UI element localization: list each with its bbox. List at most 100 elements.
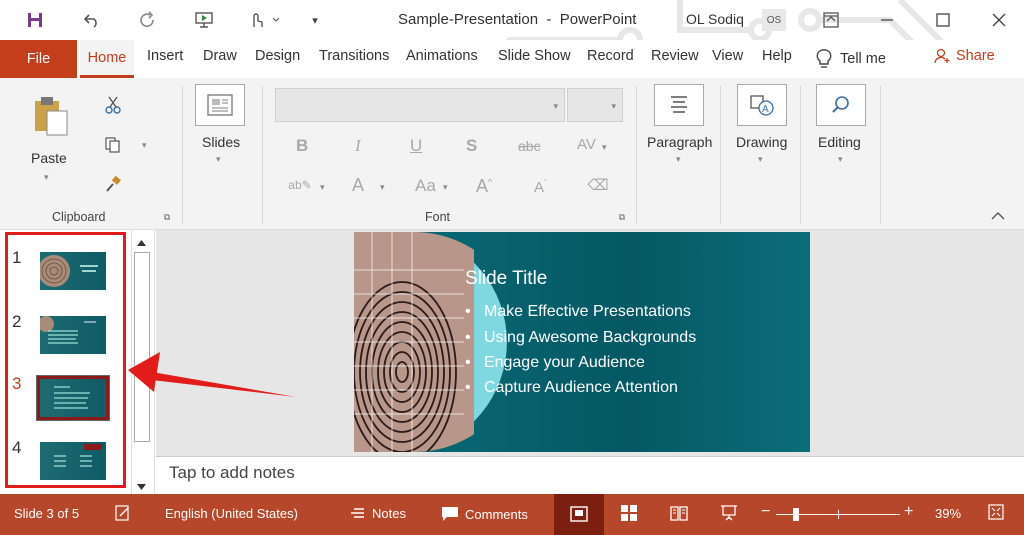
paste-icon[interactable] bbox=[30, 94, 72, 138]
slide-show-view-icon[interactable] bbox=[720, 504, 738, 525]
group-separator bbox=[182, 86, 183, 224]
touch-mode-icon[interactable] bbox=[244, 8, 284, 32]
zoom-in-button[interactable]: + bbox=[904, 503, 913, 521]
undo-icon[interactable] bbox=[80, 8, 104, 32]
user-name[interactable]: OL Sodiq bbox=[686, 11, 744, 27]
bullet-item-4[interactable]: • Capture Audience Attention bbox=[465, 379, 678, 397]
tab-draw[interactable]: Draw bbox=[203, 48, 237, 70]
editing-dropdown-icon[interactable]: ▾ bbox=[838, 154, 843, 165]
notes-label: Notes bbox=[372, 506, 406, 521]
avatar[interactable]: OS bbox=[762, 9, 786, 31]
notes-toggle-button[interactable]: Notes bbox=[350, 506, 406, 521]
slides-dropdown-icon[interactable]: ▾ bbox=[216, 154, 221, 165]
present-from-beginning-icon[interactable] bbox=[192, 8, 216, 32]
svg-text:A: A bbox=[762, 104, 769, 115]
tab-design[interactable]: Design bbox=[255, 48, 300, 70]
character-spacing-dropdown-icon[interactable]: ▾ bbox=[602, 142, 607, 153]
tell-me-search[interactable]: Tell me bbox=[816, 48, 886, 70]
font-name-select[interactable]: ▾ bbox=[275, 88, 565, 122]
notes-icon bbox=[351, 507, 364, 518]
reading-view-icon[interactable] bbox=[670, 504, 688, 525]
group-separator bbox=[720, 86, 721, 224]
ribbon-display-options-icon[interactable] bbox=[820, 8, 842, 32]
tab-view[interactable]: View bbox=[712, 48, 743, 70]
paragraph-icon[interactable] bbox=[654, 84, 704, 126]
normal-view-button[interactable] bbox=[554, 494, 604, 535]
scroll-up-icon[interactable] bbox=[136, 234, 147, 252]
change-case-button[interactable]: Aa bbox=[415, 176, 436, 196]
cut-icon[interactable] bbox=[102, 94, 124, 116]
bullet-item-2[interactable]: • Using Awesome Backgrounds bbox=[465, 329, 696, 347]
text-shadow-button[interactable]: S bbox=[466, 136, 477, 156]
group-separator bbox=[800, 86, 801, 224]
comments-button[interactable]: Comments bbox=[441, 506, 528, 522]
customize-qat-icon[interactable]: ▾ bbox=[306, 8, 324, 32]
slide-counter[interactable]: Slide 3 of 5 bbox=[14, 506, 79, 521]
format-painter-icon[interactable] bbox=[102, 174, 124, 196]
close-icon[interactable] bbox=[988, 8, 1010, 32]
underline-button[interactable]: U bbox=[410, 136, 422, 156]
editing-button-label[interactable]: Editing bbox=[818, 134, 861, 150]
highlight-dropdown-icon[interactable]: ▾ bbox=[320, 182, 325, 193]
tab-record[interactable]: Record bbox=[587, 48, 634, 70]
copy-dropdown-icon[interactable]: ▾ bbox=[142, 140, 147, 151]
maximize-icon[interactable] bbox=[932, 8, 954, 32]
highlight-color-icon[interactable]: ab✎ bbox=[288, 174, 312, 196]
editing-search-icon[interactable] bbox=[816, 84, 866, 126]
drawing-button-label[interactable]: Drawing bbox=[736, 134, 787, 150]
zoom-percentage[interactable]: 39% bbox=[935, 506, 961, 521]
drawing-shapes-icon[interactable]: A bbox=[737, 84, 787, 126]
collapse-ribbon-icon[interactable] bbox=[988, 208, 1008, 224]
font-color-button[interactable]: A bbox=[352, 175, 364, 196]
zoom-slider-thumb[interactable] bbox=[792, 508, 799, 521]
strikethrough-button[interactable]: abc bbox=[518, 138, 541, 154]
italic-button[interactable]: I bbox=[355, 136, 361, 156]
fit-slide-to-window-icon[interactable] bbox=[988, 504, 1004, 523]
font-size-select[interactable]: ▾ bbox=[567, 88, 623, 122]
zoom-slider[interactable] bbox=[776, 508, 900, 522]
font-dialog-launcher-icon[interactable]: ⧉ bbox=[617, 212, 627, 222]
paste-button-label[interactable]: Paste bbox=[31, 150, 67, 166]
save-icon[interactable] bbox=[24, 8, 46, 32]
slide-title[interactable]: Slide Title bbox=[465, 268, 547, 290]
language-indicator[interactable]: English (United States) bbox=[165, 506, 298, 521]
bullet-item-1[interactable]: • Make Effective Presentations bbox=[465, 303, 691, 321]
minimize-icon[interactable] bbox=[876, 8, 898, 32]
share-button[interactable]: Share bbox=[934, 48, 995, 64]
tab-transitions[interactable]: Transitions bbox=[319, 48, 389, 70]
scrollbar-thumb[interactable] bbox=[134, 252, 150, 442]
tab-help[interactable]: Help bbox=[762, 48, 792, 70]
slides-button-label[interactable]: Slides bbox=[202, 134, 240, 150]
paragraph-dropdown-icon[interactable]: ▾ bbox=[676, 154, 681, 165]
tab-home[interactable]: Home bbox=[80, 40, 134, 78]
zoom-slider-center-tick bbox=[838, 510, 839, 519]
slide-sorter-view-icon[interactable] bbox=[620, 504, 638, 525]
character-spacing-button[interactable]: AV bbox=[577, 136, 596, 153]
font-color-dropdown-icon[interactable]: ▾ bbox=[380, 182, 385, 193]
bold-button[interactable]: B bbox=[296, 136, 308, 156]
redo-icon[interactable] bbox=[136, 8, 160, 32]
title-bar: ▾ Sample-Presentation - PowerPoint OL So… bbox=[0, 0, 1024, 100]
new-slide-icon[interactable] bbox=[195, 84, 245, 126]
shrink-font-button[interactable]: Aˇ bbox=[534, 178, 547, 196]
share-label: Share bbox=[956, 48, 995, 64]
zoom-out-button[interactable]: − bbox=[761, 503, 770, 521]
copy-icon[interactable] bbox=[102, 134, 124, 156]
tab-slide-show[interactable]: Slide Show bbox=[498, 48, 571, 70]
tab-review[interactable]: Review bbox=[651, 48, 699, 70]
tab-file[interactable]: File bbox=[0, 40, 77, 78]
thumbnail-scrollbar[interactable] bbox=[131, 230, 151, 494]
spelling-check-icon[interactable] bbox=[114, 504, 132, 525]
paragraph-button-label[interactable]: Paragraph bbox=[647, 134, 712, 150]
clipboard-dialog-launcher-icon[interactable]: ⧉ bbox=[162, 212, 172, 222]
bullet-item-3[interactable]: • Engage your Audience bbox=[465, 354, 645, 372]
chevron-down-icon: ▾ bbox=[553, 101, 558, 111]
notes-placeholder[interactable]: Tap to add notes bbox=[169, 463, 295, 483]
grow-font-button[interactable]: A^ bbox=[476, 176, 492, 197]
tab-insert[interactable]: Insert bbox=[147, 48, 183, 70]
change-case-dropdown-icon[interactable]: ▾ bbox=[443, 182, 448, 193]
clear-formatting-icon[interactable]: ⌫ bbox=[587, 174, 609, 196]
tab-animations[interactable]: Animations bbox=[406, 48, 478, 70]
drawing-dropdown-icon[interactable]: ▾ bbox=[758, 154, 763, 165]
paste-dropdown-icon[interactable]: ▾ bbox=[44, 172, 49, 183]
